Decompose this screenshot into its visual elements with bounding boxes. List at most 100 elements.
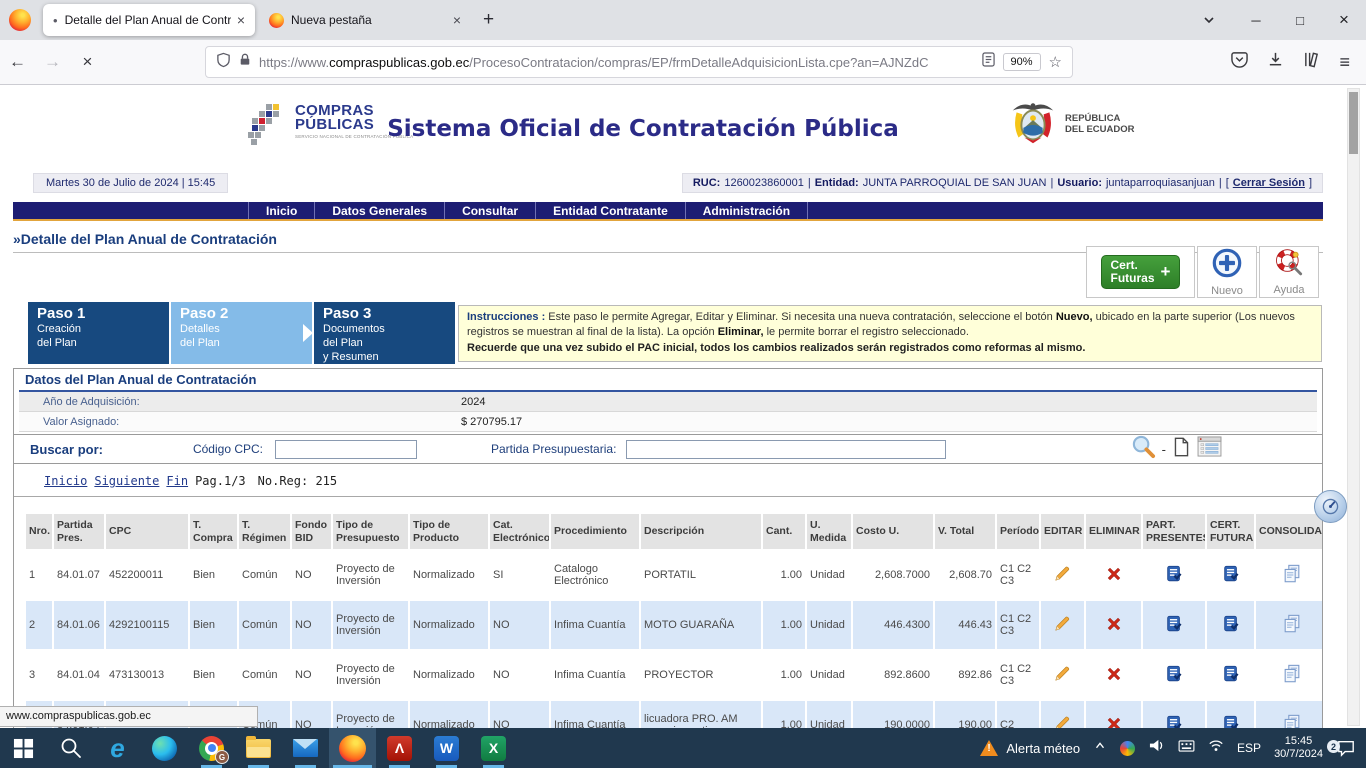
pagination-fin-link[interactable]: Fin — [166, 474, 188, 488]
tab-nueva-pestana[interactable]: Nueva pestaña × — [259, 4, 471, 36]
cell-tipo-producto: Normalizado — [410, 551, 488, 599]
reader-view-icon[interactable] — [982, 52, 995, 72]
zoom-level-badge[interactable]: 90% — [1003, 53, 1041, 71]
firefox-app-icon[interactable] — [9, 9, 31, 31]
back-button[interactable]: ← — [0, 52, 35, 72]
ayuda-button[interactable]: Ayuda — [1259, 246, 1319, 298]
col-header-6: Fondo BID — [292, 514, 331, 549]
close-window-button[interactable]: × — [1322, 0, 1366, 40]
clock[interactable]: 15:45 30/7/2024 — [1274, 735, 1323, 761]
step-1[interactable]: Paso 1Creación del Plan — [28, 302, 169, 364]
volume-icon[interactable] — [1148, 738, 1165, 758]
consolidar-button[interactable] — [1256, 601, 1323, 649]
language-indicator[interactable]: ESP — [1237, 741, 1261, 755]
forward-button[interactable]: → — [35, 52, 70, 72]
tray-chevron-icon[interactable] — [1093, 739, 1107, 758]
tab-close-icon[interactable]: × — [237, 12, 245, 28]
cell-fondo: NO — [292, 551, 331, 599]
cert-futura-button[interactable] — [1207, 701, 1254, 728]
eliminar-button[interactable] — [1086, 601, 1141, 649]
search-icon[interactable] — [1131, 434, 1156, 464]
stop-button[interactable]: × — [70, 52, 105, 72]
nav-item-3[interactable]: Consultar — [445, 202, 536, 219]
ruc-label: RUC: — [693, 177, 721, 189]
notification-center-icon[interactable]: 2 — [1336, 739, 1356, 757]
editar-button[interactable] — [1041, 701, 1084, 728]
cell-medida: Unidad — [807, 651, 851, 699]
eliminar-button[interactable] — [1086, 551, 1141, 599]
editar-button[interactable] — [1041, 551, 1084, 599]
step-2[interactable]: Paso 2Detalles del Plan — [171, 302, 312, 364]
start-button[interactable] — [0, 728, 47, 768]
tray-app-icon[interactable] — [1120, 741, 1135, 756]
new-tab-button[interactable]: + — [483, 9, 494, 31]
step-3[interactable]: Paso 3Documentos del Plan y Resumen — [314, 302, 455, 364]
downloads-icon[interactable] — [1267, 51, 1284, 73]
cell-cat: NO — [490, 701, 549, 728]
cell-tipo-presupuesto: Proyecto de Inversión — [333, 701, 408, 728]
taskbar-search-button[interactable] — [47, 728, 94, 768]
floating-widget[interactable] — [1314, 490, 1347, 523]
lock-icon[interactable] — [239, 52, 251, 72]
excel-icon[interactable]: X — [470, 728, 517, 768]
pagination-siguiente-link[interactable]: Siguiente — [94, 474, 159, 488]
nav-item-2[interactable]: Datos Generales — [315, 202, 445, 219]
cell-costo: 446.4300 — [853, 601, 933, 649]
maximize-button[interactable]: □ — [1278, 0, 1322, 40]
eliminar-button[interactable] — [1086, 651, 1141, 699]
pocket-icon[interactable] — [1231, 51, 1248, 73]
action-buttons: Cert.Futuras + Nuevo Ayuda — [1086, 246, 1319, 298]
part-presentes-button[interactable] — [1143, 551, 1205, 599]
anio-value: 2024 — [461, 396, 485, 408]
cerrar-sesion-link[interactable]: Cerrar Sesión — [1233, 177, 1305, 189]
library-icon[interactable] — [1303, 51, 1320, 73]
weather-alert-widget[interactable]: Alerta méteo — [980, 740, 1080, 756]
clear-page-icon[interactable] — [1172, 436, 1191, 463]
part-presentes-button[interactable] — [1143, 601, 1205, 649]
editar-button[interactable] — [1041, 601, 1084, 649]
editar-button[interactable] — [1041, 651, 1084, 699]
bookmark-star-icon[interactable]: ☆ — [1049, 53, 1062, 71]
list-view-icon[interactable] — [1197, 436, 1222, 462]
nav-item-4[interactable]: Entidad Contratante — [536, 202, 686, 219]
part-presentes-button[interactable] — [1143, 651, 1205, 699]
nav-item-1[interactable]: Inicio — [248, 202, 315, 219]
scrollbar[interactable] — [1347, 88, 1360, 726]
cpc-input[interactable] — [275, 440, 417, 459]
eliminar-button[interactable] — [1086, 701, 1141, 728]
minimize-button[interactable]: ─ — [1234, 0, 1278, 40]
nuevo-button[interactable]: Nuevo — [1197, 246, 1257, 298]
cert-futuras-button[interactable]: Cert.Futuras + — [1101, 255, 1181, 289]
bracket: [ — [1226, 177, 1229, 189]
cert-futura-button[interactable] — [1207, 551, 1254, 599]
consolidar-button[interactable] — [1256, 701, 1323, 728]
shield-icon[interactable] — [216, 52, 231, 73]
acrobat-icon[interactable]: Λ — [376, 728, 423, 768]
list-all-tabs-icon[interactable] — [1202, 13, 1216, 27]
file-explorer-icon[interactable] — [235, 728, 282, 768]
mail-icon[interactable] — [282, 728, 329, 768]
firefox-taskbar-icon[interactable] — [329, 728, 376, 768]
url-bar[interactable]: https://www.compraspublicas.gob.ec/Proce… — [205, 46, 1073, 78]
cell-total: 892.86 — [935, 651, 995, 699]
word-icon[interactable]: W — [423, 728, 470, 768]
nav-item-5[interactable]: Administración — [686, 202, 808, 219]
edge-icon[interactable] — [141, 728, 188, 768]
scrollbar-thumb[interactable] — [1349, 92, 1358, 154]
consolidar-button[interactable] — [1256, 651, 1323, 699]
internet-explorer-icon[interactable]: e — [94, 728, 141, 768]
tab-detalle-plan[interactable]: • Detalle del Plan Anual de Contr × — [43, 4, 255, 36]
partida-input[interactable] — [626, 440, 946, 459]
menu-icon[interactable]: ≡ — [1339, 52, 1350, 73]
chrome-icon[interactable]: G — [188, 728, 235, 768]
keyboard-icon[interactable] — [1178, 739, 1195, 757]
consolidar-button[interactable] — [1256, 551, 1323, 599]
network-icon[interactable] — [1208, 739, 1224, 757]
cert-futura-button[interactable] — [1207, 601, 1254, 649]
steps: Paso 1Creación del PlanPaso 2Detalles de… — [28, 302, 457, 364]
cell-partida: 84.01.07 — [54, 551, 104, 599]
pagination-inicio-link[interactable]: Inicio — [44, 474, 87, 488]
tab-close-icon[interactable]: × — [453, 12, 461, 28]
part-presentes-button[interactable] — [1143, 701, 1205, 728]
cert-futura-button[interactable] — [1207, 651, 1254, 699]
